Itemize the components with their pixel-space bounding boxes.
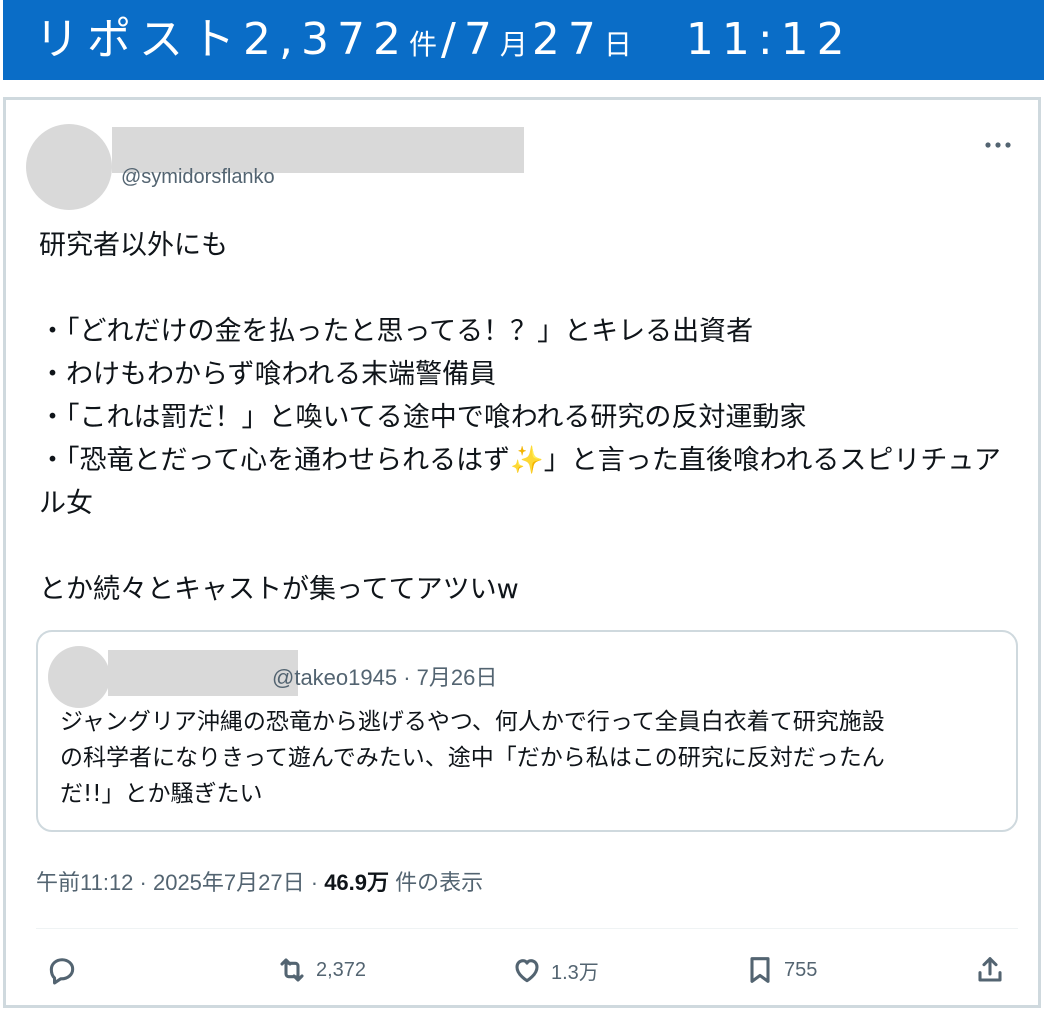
retweet-icon <box>280 958 304 982</box>
post-body: 研究者以外にも ・「どれだけの金を払ったと思ってる！？」とキレる出資者 ・わけも… <box>39 224 1009 611</box>
divider <box>36 928 1018 929</box>
post-body-line: ・「恐竜とだって心を通わせられるはず✨」と言った直後喰われるスピリチュアル女 <box>39 445 1001 519</box>
bookmark-button[interactable]: 755 <box>744 945 817 995</box>
share-button[interactable] <box>974 945 1006 995</box>
banner-day: 27 <box>531 14 604 65</box>
banner-separator: / <box>440 14 464 65</box>
views-count: 46.9万 <box>324 870 390 895</box>
quoted-post[interactable]: @takeo1945 · 7月26日 ジャングリア沖縄の恐竜から逃げるやつ、何人… <box>36 630 1018 832</box>
post-timestamp[interactable]: 午前11:12 · 2025年7月27日 · <box>36 870 318 895</box>
bookmark-count: 755 <box>784 958 818 981</box>
views-label: 件の表示 <box>395 870 484 895</box>
quoted-text-line: だ!!」とか騒ぎたい <box>60 781 263 807</box>
retweet-count: 2,372 <box>316 958 367 981</box>
header-banner: リポスト2,372件/7月27日 11:12 <box>3 0 1044 80</box>
post-card: @symidorsflanko 研究者以外にも ・「どれだけの金を払ったと思って… <box>3 97 1041 1008</box>
retweet-button[interactable]: 2,372 <box>276 945 366 995</box>
post-body-blank <box>39 267 1009 310</box>
post-handle[interactable]: @symidorsflanko <box>121 166 275 189</box>
banner-month: 7 <box>463 14 500 65</box>
quoted-handle: @takeo1945 <box>272 665 398 690</box>
action-bar: 2,372 1.3万 755 <box>6 945 1038 995</box>
quoted-meta: @takeo1945 · 7月26日 <box>272 665 498 690</box>
banner-month-unit: 月 <box>499 28 532 61</box>
quoted-text-line: の科学者になりきって遊んでみたい、途中「だから私はこの研究に反対だったん <box>60 745 885 771</box>
banner-day-unit: 日 <box>603 28 636 61</box>
post-body-line: ・「どれだけの金を払ったと思ってる！？」とキレる出資者 <box>39 316 754 347</box>
banner-repost-count: 2,372 <box>243 14 409 65</box>
quoted-avatar <box>48 646 110 708</box>
reply-icon <box>49 958 75 985</box>
post-body-line: ・わけもわからず喰われる末端警備員 <box>39 359 497 390</box>
avatar[interactable] <box>26 124 112 210</box>
post-body-line: ・「これは罰だ！」と喚いてる途中で喰われる研究の反対運動家 <box>39 402 807 433</box>
bookmark-icon <box>750 957 770 983</box>
quoted-redacted-name <box>108 650 298 696</box>
like-button[interactable]: 1.3万 <box>511 945 599 995</box>
banner-count-unit: 件 <box>408 28 441 61</box>
banner-repost-label: リポスト <box>35 14 243 65</box>
banner-time: 11:12 <box>685 14 853 65</box>
share-icon <box>978 957 1002 982</box>
like-count: 1.3万 <box>551 961 599 984</box>
reply-button[interactable] <box>46 945 78 995</box>
post-meta: 午前11:12 · 2025年7月27日 · 46.9万 件の表示 <box>36 865 483 897</box>
quoted-text-line: ジャングリア沖縄の恐竜から逃げるやつ、何人かで行って全員白衣着て研究施設 <box>60 709 885 735</box>
heart-icon <box>515 959 539 983</box>
post-body-line: 研究者以外にも <box>39 230 228 261</box>
quoted-text: ジャングリア沖縄の恐竜から逃げるやつ、何人かで行って全員白衣着て研究施設 の科学… <box>60 704 1000 812</box>
post-body-line: とか続々とキャストが集っててアツいw <box>39 574 519 605</box>
quoted-date: 7月26日 <box>416 665 498 690</box>
more-icon[interactable] <box>984 128 1012 156</box>
post-body-blank <box>39 525 1009 568</box>
